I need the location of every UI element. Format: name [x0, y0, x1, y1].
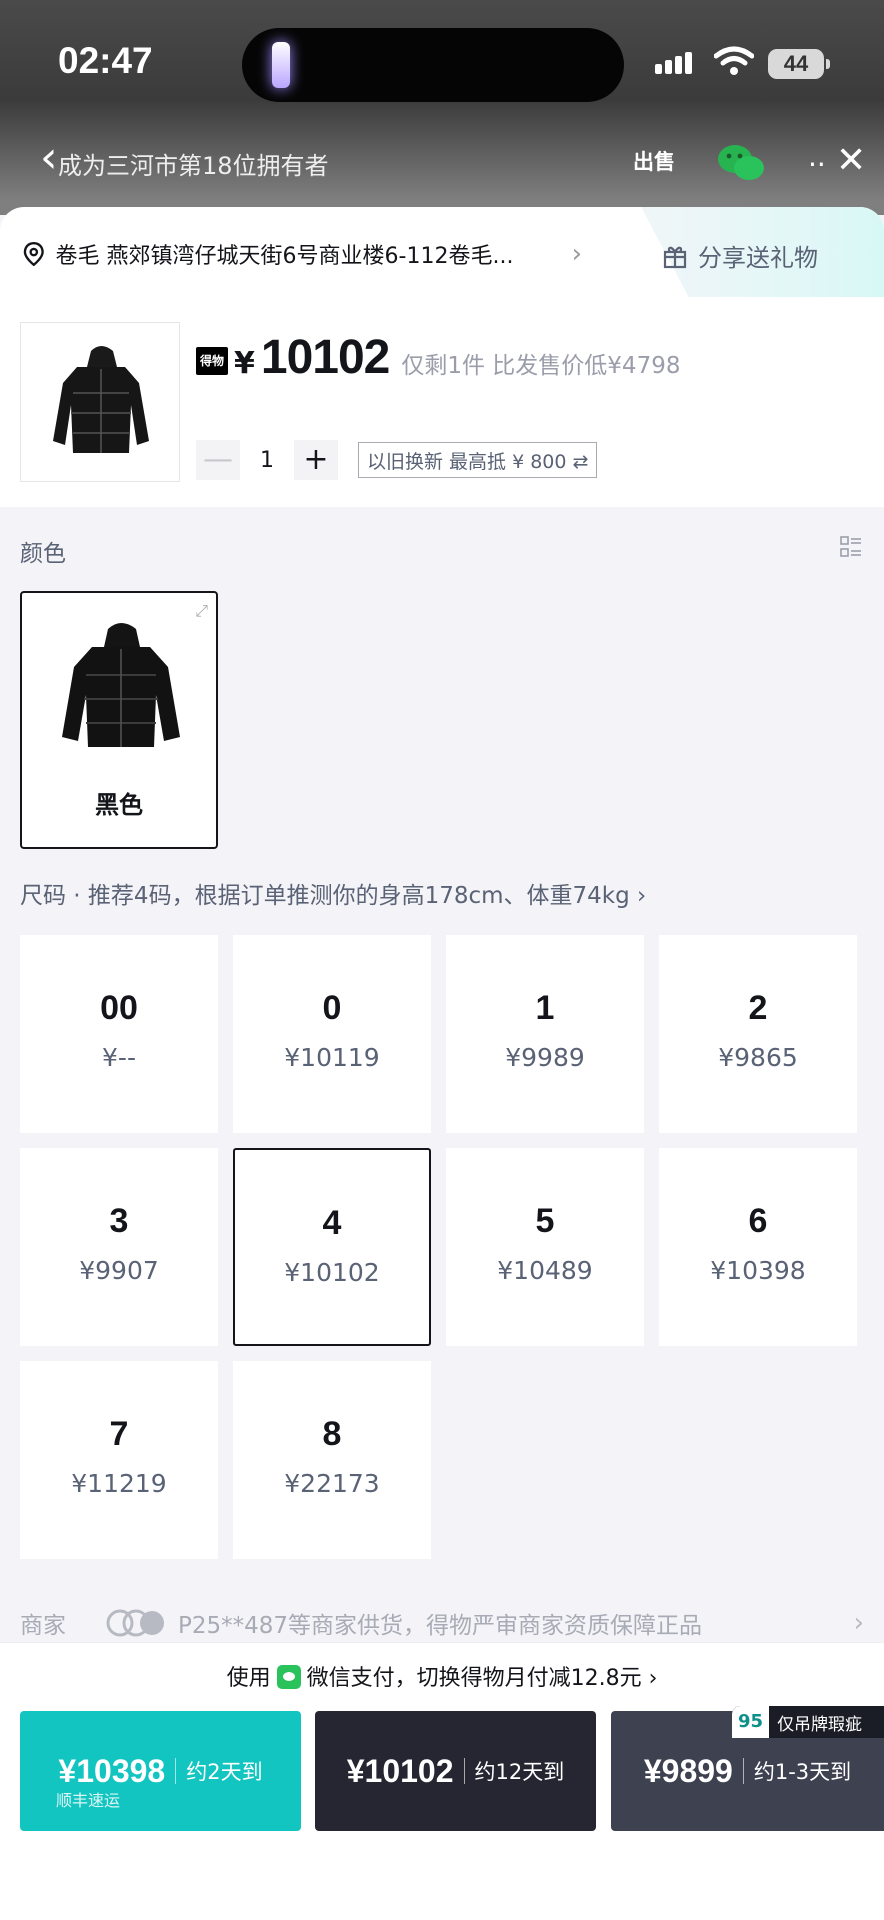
- puffer-jacket-image: [53, 346, 149, 453]
- status-time: 02:47: [58, 40, 153, 81]
- buy-eta: 约2天到: [186, 1760, 263, 1784]
- delivery-address-row[interactable]: 卷毛 燕郊镇湾仔城天街6号商业楼6-112卷毛... ›: [22, 237, 582, 271]
- merchant-badge-icon: [106, 1609, 164, 1637]
- size-price: ¥10398: [710, 1256, 806, 1285]
- size-label: 1: [535, 989, 555, 1027]
- size-option-1[interactable]: 1 ¥9989: [446, 935, 644, 1133]
- share-gift-label: 分享送礼物: [698, 244, 818, 272]
- buy-price: ¥9899: [643, 1752, 733, 1789]
- size-label: 3: [109, 1202, 129, 1240]
- size-label: 2: [748, 989, 768, 1027]
- delivery-address-text: 卷毛 燕郊镇湾仔城天街6号商业楼6-112卷毛...: [55, 244, 514, 269]
- payment-text: 微信支付，切换得物月付减12.8元 ›: [306, 1666, 658, 1691]
- chevron-right-icon: ›: [853, 1608, 864, 1638]
- size-price: ¥22173: [284, 1469, 380, 1498]
- size-option-00[interactable]: 00 ¥--: [20, 935, 218, 1133]
- color-section-title: 颜色: [20, 541, 66, 567]
- size-option-8[interactable]: 8 ¥22173: [233, 1361, 431, 1559]
- currency-symbol: ¥: [234, 346, 255, 381]
- size-option-3[interactable]: 3 ¥9907: [20, 1148, 218, 1346]
- size-label: 7: [109, 1415, 129, 1453]
- price-note: 仅剩1件 比发售价低¥4798: [401, 353, 681, 379]
- size-label: 8: [322, 1415, 342, 1453]
- dynamic-island: [242, 28, 624, 102]
- condition-text: 仅吊牌瑕疵: [777, 1714, 863, 1735]
- size-recommendation[interactable]: 尺码 · 推荐4码，根据订单推测你的身高178cm、体重74kg ›: [20, 876, 646, 910]
- payment-prefix: 使用: [226, 1666, 271, 1691]
- size-price: ¥10489: [497, 1256, 593, 1285]
- black-jacket-image: [62, 623, 180, 747]
- color-option-black[interactable]: ⤢ 黑色: [20, 591, 218, 849]
- size-option-5[interactable]: 5 ¥10489: [446, 1148, 644, 1346]
- buy-price: ¥10398: [58, 1752, 166, 1789]
- merchant-label: 商家: [20, 1613, 66, 1639]
- size-price: ¥9865: [718, 1043, 798, 1072]
- quantity-stepper: — 1 + 以旧换新 最高抵 ¥ 800 ⇄: [196, 440, 598, 480]
- size-option-6[interactable]: 6 ¥10398: [659, 1148, 857, 1346]
- condition-tag: 95 仅吊牌瑕疵: [732, 1706, 884, 1738]
- size-price: ¥10102: [284, 1258, 380, 1287]
- color-option-label: 黑色: [95, 791, 143, 819]
- payment-note[interactable]: 使用 微信支付，切换得物月付减12.8元 ›: [0, 1660, 884, 1692]
- dimmed-product-header: 02:47 44 ‹ 成为三河市第18位拥有者 出售 ·· ✕: [0, 0, 884, 215]
- wechat-pay-icon: [276, 1665, 301, 1689]
- size-option-0[interactable]: 0 ¥10119: [233, 935, 431, 1133]
- size-price: ¥11219: [71, 1469, 167, 1498]
- increase-quantity-button[interactable]: +: [294, 440, 338, 480]
- size-label: 4: [322, 1204, 342, 1242]
- size-label: 00: [100, 989, 138, 1027]
- cellular-signal-icon: [655, 52, 695, 74]
- back-chevron-icon[interactable]: ‹: [40, 136, 58, 180]
- wifi-icon: [714, 46, 754, 75]
- product-price: 10102: [260, 331, 390, 384]
- dewu-badge: 得物: [196, 347, 228, 375]
- buy-price: ¥10102: [346, 1752, 454, 1789]
- battery-indicator: 44: [768, 49, 830, 79]
- flashlight-icon: [272, 42, 290, 88]
- merchant-text: P25**487等商家供货，得物严审商家资质保障正品: [178, 1613, 703, 1639]
- buy-eta: 约12天到: [474, 1760, 565, 1784]
- condition-grade: 95: [732, 1706, 770, 1738]
- more-options-icon[interactable]: ··: [808, 148, 826, 181]
- size-label: 0: [322, 989, 342, 1027]
- location-pin-icon: [23, 242, 44, 267]
- size-label: 5: [535, 1202, 555, 1240]
- product-thumbnail[interactable]: [20, 322, 180, 482]
- sell-button[interactable]: 出售: [632, 140, 676, 184]
- size-price: ¥--: [102, 1043, 136, 1072]
- quantity-value: 1: [260, 447, 274, 473]
- size-option-4[interactable]: 4 ¥10102: [233, 1148, 431, 1346]
- trade-in-button[interactable]: 以旧换新 最高抵 ¥ 800 ⇄: [358, 442, 598, 478]
- buy-eta: 约1-3天到: [753, 1760, 852, 1784]
- size-label: 6: [748, 1202, 768, 1240]
- gift-icon: [663, 246, 687, 268]
- close-icon[interactable]: ✕: [836, 140, 866, 181]
- list-view-toggle-icon[interactable]: [840, 536, 862, 558]
- merchant-row[interactable]: 商家 P25**487等商家供货，得物严审商家资质保障正品 ›: [20, 1606, 864, 1640]
- chevron-right-icon: ›: [571, 239, 582, 269]
- size-option-2[interactable]: 2 ¥9865: [659, 935, 857, 1133]
- size-price: ¥10119: [284, 1043, 380, 1072]
- wechat-share-icon[interactable]: [716, 142, 766, 184]
- buy-shipping-method: 顺丰速运: [56, 1791, 121, 1810]
- owner-rank-text: 成为三河市第18位拥有者: [58, 152, 329, 180]
- size-price: ¥9907: [79, 1256, 159, 1285]
- size-option-7[interactable]: 7 ¥11219: [20, 1361, 218, 1559]
- size-price: ¥9989: [505, 1043, 585, 1072]
- buy-option-express[interactable]: ¥10398 约2天到 顺丰速运: [20, 1711, 301, 1831]
- buy-option-standard[interactable]: ¥10102 约12天到: [315, 1711, 596, 1831]
- price-row: 得物 ¥ 10102 仅剩1件 比发售价低¥4798: [196, 330, 680, 385]
- decrease-quantity-button[interactable]: —: [196, 440, 240, 480]
- share-gift-button[interactable]: 分享送礼物: [662, 238, 818, 273]
